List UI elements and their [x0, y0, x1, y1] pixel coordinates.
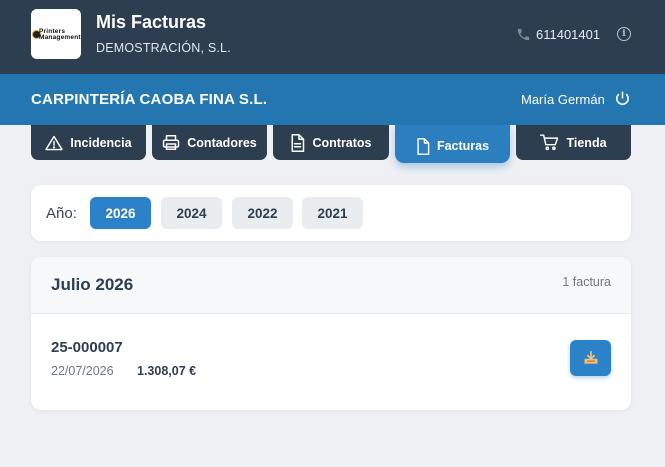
- phone-contact[interactable]: 611401401: [516, 26, 600, 42]
- year-button-2026[interactable]: 2026: [90, 197, 151, 229]
- year-filter: Año: 2026 2024 2022 2021: [31, 185, 631, 241]
- company-name: DEMOSTRACIÓN, S.L.: [96, 41, 231, 55]
- invoice-amount: 1.308,07 €: [137, 364, 197, 378]
- cart-icon: [540, 134, 559, 151]
- tab-label: Facturas: [436, 139, 490, 153]
- client-name: CARPINTERÍA CAOBA FINA S.L.: [31, 91, 268, 108]
- invoice-date: 22/07/2026: [51, 364, 114, 378]
- year-button-2022[interactable]: 2022: [232, 197, 293, 229]
- file-icon: [417, 137, 430, 155]
- invoice-number: 25-000007: [51, 339, 123, 356]
- phone-icon: [517, 28, 530, 40]
- info-icon[interactable]: i: [617, 27, 631, 41]
- tab-label: Tienda: [566, 135, 607, 150]
- power-icon[interactable]: [614, 90, 631, 107]
- document-icon: [291, 133, 305, 152]
- company-logo: Printers Management: [31, 9, 81, 59]
- year-label: Año:: [46, 205, 77, 222]
- client-bar: CARPINTERÍA CAOBA FINA S.L. María Germán: [0, 74, 665, 125]
- app-header: Printers Management Mis Facturas DEMOSTR…: [0, 0, 665, 74]
- tab-contadores[interactable]: Contadores: [152, 125, 267, 160]
- invoice-count: 1 factura: [562, 275, 611, 289]
- month-header: Julio 2026 1 factura: [31, 257, 631, 314]
- phone-number: 611401401: [536, 26, 601, 42]
- user-name: María Germán: [521, 92, 605, 107]
- month-title: Julio 2026: [51, 275, 134, 294]
- year-button-2021[interactable]: 2021: [302, 197, 363, 229]
- tab-contratos[interactable]: Contratos: [273, 125, 389, 160]
- tab-label: Contratos: [312, 135, 372, 150]
- tab-label: Contadores: [187, 135, 257, 150]
- tab-label: Incidencia: [70, 135, 132, 150]
- page-title: Mis Facturas: [96, 12, 207, 32]
- download-icon: [583, 351, 598, 364]
- tab-facturas[interactable]: Facturas: [395, 125, 510, 163]
- tab-tienda[interactable]: Tienda: [516, 125, 631, 160]
- month-group: Julio 2026 1 factura 25-000007 22/07/202…: [31, 257, 631, 410]
- tab-incidencia[interactable]: Incidencia: [31, 125, 146, 160]
- download-invoice-button[interactable]: [570, 340, 611, 376]
- year-button-2024[interactable]: 2024: [161, 197, 222, 229]
- logo-text: Printers Management: [39, 28, 81, 41]
- warning-icon: [45, 135, 64, 150]
- printer-icon: [163, 135, 180, 150]
